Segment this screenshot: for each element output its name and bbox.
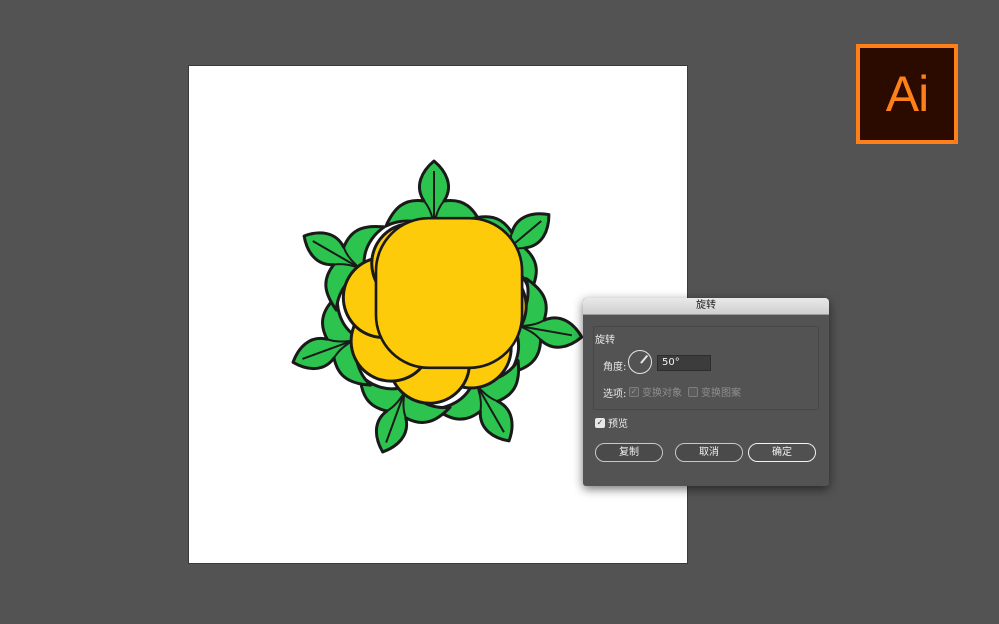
ok-button[interactable]: 确定 bbox=[748, 443, 816, 462]
angle-label: 角度: bbox=[603, 362, 627, 373]
transform-objects-label: 变换对象 bbox=[642, 388, 682, 399]
dialog-title[interactable]: 旋转 bbox=[583, 298, 829, 315]
options-label: 选项: bbox=[603, 389, 627, 400]
angle-dial[interactable] bbox=[628, 350, 652, 374]
copy-button[interactable]: 复制 bbox=[595, 443, 663, 462]
transform-patterns-checkbox[interactable] bbox=[688, 386, 698, 397]
angle-dial-needle bbox=[640, 354, 648, 364]
transform-patterns-option[interactable]: 变换图案 bbox=[688, 384, 741, 399]
illustrator-logo: Ai bbox=[856, 44, 958, 144]
logo-text: Ai bbox=[885, 66, 929, 122]
preview-checkbox[interactable]: ✓ bbox=[595, 417, 605, 428]
preview-label: 预览 bbox=[608, 419, 628, 430]
cancel-button[interactable]: 取消 bbox=[675, 443, 743, 462]
transform-objects-checkbox[interactable]: ✓ bbox=[629, 386, 639, 397]
transform-patterns-label: 变换图案 bbox=[701, 388, 741, 399]
transform-objects-option[interactable]: ✓ 变换对象 bbox=[629, 384, 682, 399]
rotate-dialog: 旋转 旋转 角度: 50° 选项: ✓ 变换对象 变换图案 ✓ 预览 复制 取消… bbox=[583, 298, 829, 486]
rotate-group-label: 旋转 bbox=[595, 335, 615, 346]
preview-option[interactable]: ✓ 预览 bbox=[595, 415, 628, 430]
angle-input[interactable]: 50° bbox=[657, 355, 711, 371]
